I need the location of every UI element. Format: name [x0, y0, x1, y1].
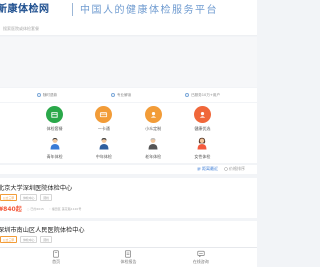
sort-bar: 距离最近 价格排序: [0, 165, 257, 174]
tag: 公立三甲: [0, 194, 18, 201]
check-circle-icon: [110, 93, 115, 97]
tab-consult[interactable]: 在线咨询: [181, 248, 221, 267]
address: ◦ 福田区 莲花路1120号: [49, 207, 81, 211]
hospital-name: 北京大学深圳医院体检中心: [0, 185, 73, 192]
feature-refund: 随时退款: [36, 92, 58, 98]
category-female[interactable]: 女性体检: [187, 135, 217, 160]
feature-label: 专业解读: [116, 92, 132, 97]
site-slogan: 中国人的健康体检服务平台: [80, 5, 218, 16]
female-person-icon: [195, 135, 209, 151]
hospital-card[interactable]: 深圳市南山区人民医院体检中心 公立三甲 体检中心 团检: [0, 221, 257, 247]
sort-price-label: 价格排序: [229, 166, 245, 171]
sort-price[interactable]: 价格排序: [224, 166, 245, 172]
tag: 公立三甲: [0, 236, 18, 243]
price: ¥840起: [0, 206, 22, 213]
category-label: 中年体检: [95, 154, 112, 159]
price-row: ¥840起 ◌ 已约2015 ◦ 福田区 莲花路1120号: [0, 204, 81, 213]
category-label: 青年体检: [46, 154, 63, 159]
home-icon: [53, 250, 59, 258]
tag: 团检: [40, 194, 53, 201]
package-icon: [46, 106, 64, 123]
person-icon: ◌: [26, 206, 30, 211]
feature-strip: 随时退款 专业解读 已服务10万+用户: [0, 88, 257, 102]
booked-count-text: 已约2015: [30, 206, 44, 211]
category-label: 老年体检: [145, 154, 162, 159]
check-circle-icon: [36, 93, 41, 97]
category-label: 女性体检: [194, 154, 211, 159]
category-package[interactable]: 体检套餐: [40, 106, 70, 132]
top-banner: 新康体检网 中国人的健康体检服务平台: [0, 0, 257, 20]
category-elderly[interactable]: 老年体检: [138, 135, 168, 160]
banner-divider: [72, 3, 73, 16]
chat-icon: [197, 250, 205, 258]
hero-banner[interactable]: [0, 37, 257, 87]
middle-aged-person-icon: [97, 135, 111, 151]
elderly-person-icon: [146, 135, 160, 151]
tab-home[interactable]: 首页: [36, 248, 76, 267]
hospital-tags: 公立三甲 体检中心 团检: [0, 194, 53, 201]
sort-icon: [224, 167, 228, 171]
booked-count: ◌ 已约2015: [27, 207, 44, 211]
site-logo[interactable]: 新康体检网: [0, 0, 50, 15]
sort-distance-label: 距离最近: [202, 166, 218, 171]
tab-report[interactable]: 体检报告: [108, 248, 148, 267]
category-custom[interactable]: 小众定制: [138, 106, 168, 132]
selection-icon: [193, 106, 211, 123]
custom-icon: [144, 106, 162, 123]
sort-icon: [197, 167, 201, 171]
tab-label: 在线咨询: [192, 259, 209, 264]
tag: 体检中心: [20, 194, 38, 201]
sort-distance[interactable]: 距离最近: [197, 166, 218, 172]
tab-label: 体检报告: [120, 259, 137, 264]
category-label: 体检套餐: [46, 126, 63, 131]
tag: 体检中心: [20, 236, 38, 243]
category-grid: 体检套餐 一卡通 小众定制 健康优选 青年体检 中年体检 老年体检 女性体检: [0, 103, 257, 163]
category-young[interactable]: 青年体检: [40, 135, 70, 160]
feature-label: 随时退款: [42, 92, 58, 97]
young-person-icon: [48, 135, 62, 151]
hospital-card[interactable]: 北京大学深圳医院体检中心 公立三甲 体检中心 团检 ¥840起 ◌ 已约2015…: [0, 178, 257, 218]
location-icon: ◦: [48, 206, 51, 211]
category-label: 一卡通: [97, 126, 110, 131]
category-label: 小众定制: [145, 126, 162, 131]
search-input[interactable]: [3, 23, 123, 33]
feature-label: 已服务10万+用户: [190, 92, 221, 97]
check-circle-icon: [184, 93, 189, 97]
feature-users: 已服务10万+用户: [184, 92, 221, 98]
category-middle-aged[interactable]: 中年体检: [89, 135, 119, 160]
category-label: 健康优选: [194, 126, 211, 131]
card-icon: [95, 106, 113, 123]
category-card[interactable]: 一卡通: [89, 106, 119, 132]
address-text: 福田区 莲花路1120号: [51, 206, 82, 211]
search-bar: [0, 20, 257, 36]
category-selection[interactable]: 健康优选: [187, 106, 217, 132]
hospital-tags: 公立三甲 体检中心 团检: [0, 236, 53, 243]
feature-interpretation: 专业解读: [110, 92, 132, 98]
tab-label: 首页: [52, 259, 61, 264]
tag: 团检: [40, 236, 53, 243]
report-icon: [125, 250, 132, 258]
bottom-tab-bar: 首页 体检报告 在线咨询: [0, 247, 257, 267]
hospital-name: 深圳市南山区人民医院体检中心: [0, 227, 85, 234]
